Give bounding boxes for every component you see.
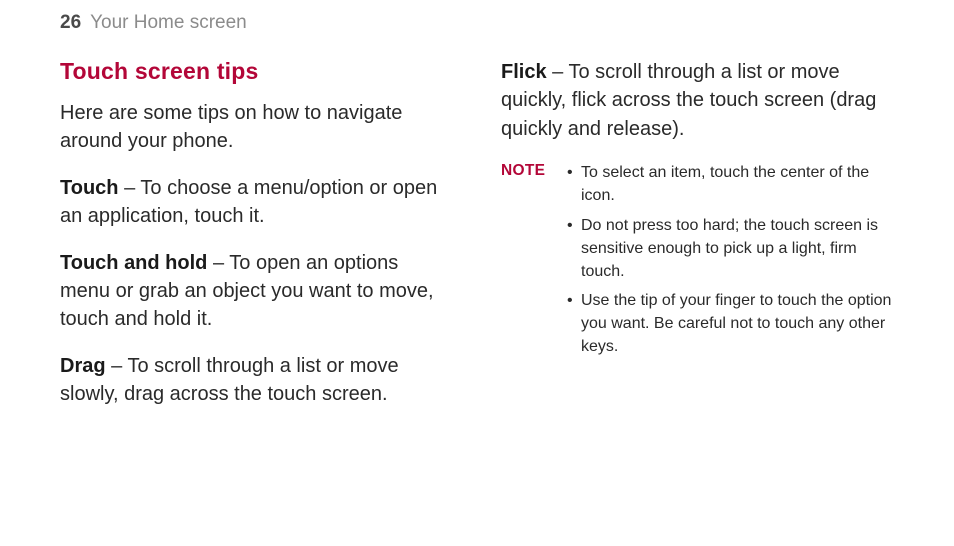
columns: Touch screen tips Here are some tips on …: [60, 58, 894, 409]
touch-term: Touch: [60, 177, 119, 199]
note-item: Use the tip of your finger to touch the …: [567, 289, 894, 359]
note-label: NOTE: [501, 161, 567, 180]
note-item: To select an item, touch the center of t…: [567, 161, 894, 207]
note-block: NOTE To select an item, touch the center…: [501, 161, 894, 365]
flick-desc: – To scroll through a list or move quick…: [501, 61, 876, 140]
running-title: Your Home screen: [90, 12, 247, 33]
note-item: Do not press too hard; the touch screen …: [567, 214, 894, 284]
column-right: Flick – To scroll through a list or move…: [501, 58, 894, 409]
drag-term: Drag: [60, 355, 106, 377]
touch-paragraph: Touch – To choose a menu/option or open …: [60, 174, 453, 231]
running-header: 26 Your Home screen: [60, 12, 894, 34]
drag-desc: – To scroll through a list or move slowl…: [60, 355, 399, 405]
intro-paragraph: Here are some tips on how to navigate ar…: [60, 99, 453, 156]
flick-term: Flick: [501, 61, 547, 83]
touch-hold-term: Touch and hold: [60, 252, 207, 274]
note-list: To select an item, touch the center of t…: [567, 161, 894, 365]
drag-paragraph: Drag – To scroll through a list or move …: [60, 352, 453, 409]
section-heading: Touch screen tips: [60, 58, 453, 85]
page: 26 Your Home screen Touch screen tips He…: [0, 0, 954, 546]
touch-hold-paragraph: Touch and hold – To open an options menu…: [60, 249, 453, 334]
page-number: 26: [60, 12, 81, 33]
column-left: Touch screen tips Here are some tips on …: [60, 58, 453, 409]
flick-paragraph: Flick – To scroll through a list or move…: [501, 58, 894, 143]
